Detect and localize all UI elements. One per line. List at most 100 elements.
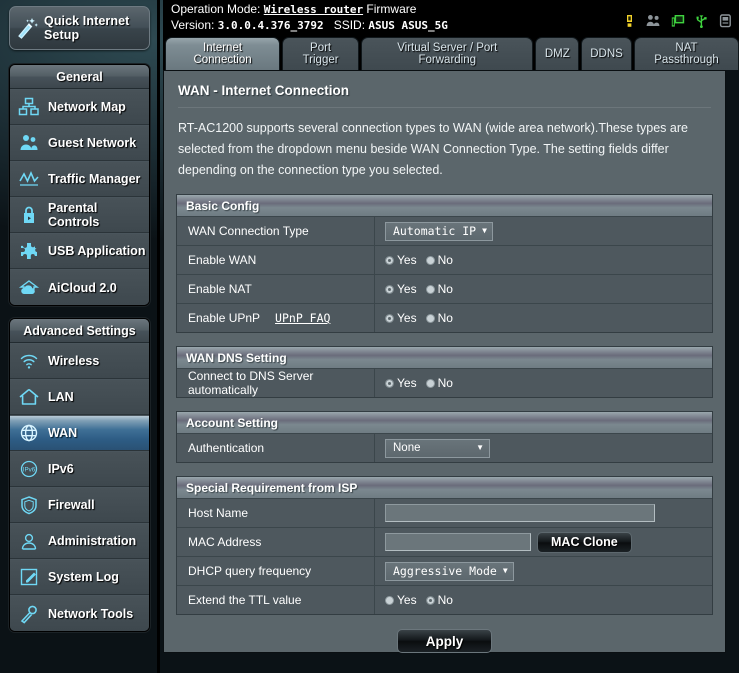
radio-dot-icon [385, 595, 394, 605]
sidebar-item-wan[interactable]: WAN [10, 415, 149, 451]
row-host-name: Host Name [177, 498, 712, 527]
sidebar-item-traffic-manager[interactable]: Traffic Manager [10, 161, 149, 197]
lan-home-icon [10, 386, 48, 408]
enable-nat-radio-yes[interactable]: Yes [385, 282, 417, 296]
extend-ttl-yes-label: Yes [397, 593, 417, 607]
ssid-value: ASUS ASUS_5G [368, 19, 448, 32]
tab-virtual-server-port-forwarding[interactable]: Virtual Server / Port Forwarding [361, 37, 534, 70]
sidebar-item-lan[interactable]: LAN [10, 379, 149, 415]
enable-upnp-no-label: No [437, 311, 453, 325]
apply-button-row: Apply [164, 629, 725, 663]
sidebar-item-wan-label: WAN [48, 426, 78, 440]
enable-upnp-radio-no[interactable]: No [425, 311, 453, 325]
section-account-setting: Account Setting Authentication None ▼ [176, 411, 713, 463]
section-special-requirement-title: Special Requirement from ISP [177, 477, 712, 498]
sidebar-item-network-tools-label: Network Tools [48, 606, 134, 621]
sidebar-item-network-tools[interactable]: Network Tools [10, 595, 149, 631]
sidebar-item-firewall-label: Firewall [48, 498, 95, 512]
operation-mode-link[interactable]: Wireless router [264, 3, 363, 16]
connect-dns-cell: Yes No [375, 369, 712, 397]
wan-connection-type-select[interactable]: Automatic IP ▼ [385, 221, 493, 241]
extend-ttl-radio-no[interactable]: No [425, 593, 453, 607]
apply-button[interactable]: Apply [396, 629, 493, 653]
enable-nat-radio-no[interactable]: No [425, 282, 453, 296]
sidebar-item-administration-label: Administration [48, 534, 137, 548]
row-enable-nat: Enable NAT Yes No [177, 274, 712, 303]
sidebar-group-general: General Network Map Guest Network Traffi… [9, 64, 150, 306]
chevron-down-icon: ▼ [482, 226, 487, 235]
radio-dot-icon [385, 378, 394, 388]
row-connect-dns-automatically: Connect to DNS Server automatically Yes … [177, 368, 712, 397]
radio-dot-icon [425, 255, 435, 265]
enable-wan-radio-no[interactable]: No [425, 253, 453, 267]
radio-dot-icon [385, 284, 394, 294]
firewall-shield-icon [10, 494, 48, 516]
sidebar-item-firewall[interactable]: Firewall [10, 487, 149, 523]
usb-icon[interactable] [694, 13, 709, 28]
row-enable-upnp: Enable UPnP UPnP FAQ Yes No [177, 303, 712, 332]
chevron-down-icon: ▼ [476, 443, 484, 452]
host-name-input[interactable] [385, 504, 655, 522]
alert-icon[interactable] [622, 13, 637, 28]
row-enable-wan: Enable WAN Yes No [177, 245, 712, 274]
status-header-line-1: Operation Mode: Wireless router Firmware [171, 2, 416, 16]
enable-upnp-radio-yes[interactable]: Yes [385, 311, 417, 325]
sidebar-item-aicloud[interactable]: AiCloud 2.0 [10, 269, 149, 305]
sidebar-item-system-log[interactable]: System Log [10, 559, 149, 595]
quick-internet-setup-button[interactable]: Quick Internet Setup [9, 6, 150, 50]
main-area: Operation Mode: Wireless router Firmware… [163, 0, 739, 673]
enable-wan-radio-group: Yes No [385, 253, 453, 267]
tab-internet-connection[interactable]: Internet Connection [165, 37, 281, 70]
tab-ddns[interactable]: DDNS [581, 37, 632, 70]
network-tools-wrench-icon [10, 603, 48, 625]
tab-port-trigger[interactable]: Port Trigger [282, 37, 360, 70]
enable-wan-no-label: No [437, 253, 453, 267]
administration-user-icon [10, 530, 48, 552]
connect-dns-yes-label: Yes [397, 376, 417, 390]
authentication-value: None [393, 442, 421, 454]
connect-dns-radio-no[interactable]: No [425, 376, 453, 390]
sidebar-item-ipv6-label: IPv6 [48, 462, 74, 476]
sidebar-item-wireless[interactable]: Wireless [10, 343, 149, 379]
sidebar-item-administration[interactable]: Administration [10, 523, 149, 559]
enable-upnp-label: Enable UPnP [188, 311, 261, 325]
section-wan-dns-title: WAN DNS Setting [177, 347, 712, 368]
upnp-faq-link[interactable]: UPnP FAQ [275, 311, 330, 325]
tab-dmz[interactable]: DMZ [535, 37, 580, 70]
connect-dns-no-label: No [437, 376, 453, 390]
sidebar-item-usb-application[interactable]: USB Application [10, 233, 149, 269]
dhcp-query-select[interactable]: Aggressive Mode ▼ [385, 561, 514, 581]
radio-dot-icon [425, 284, 435, 294]
enable-upnp-radio-group: Yes No [385, 311, 453, 325]
connect-dns-radio-yes[interactable]: Yes [385, 376, 417, 390]
mac-clone-button[interactable]: MAC Clone [537, 531, 632, 553]
magic-wand-icon [10, 16, 44, 40]
mac-address-input[interactable] [385, 533, 531, 551]
enable-nat-cell: Yes No [375, 275, 712, 303]
client-monitor-icon[interactable] [670, 13, 685, 28]
guest-network-people-icon [10, 132, 48, 154]
enable-wan-radio-yes[interactable]: Yes [385, 253, 417, 267]
enable-nat-no-label: No [437, 282, 453, 296]
sidebar-item-network-map[interactable]: Network Map [10, 89, 149, 125]
printer-icon[interactable] [718, 13, 733, 28]
extend-ttl-cell: Yes No [375, 586, 712, 614]
network-map-icon [10, 96, 48, 118]
sidebar-group-general-title: General [10, 65, 149, 89]
sidebar-item-network-map-label: Network Map [48, 100, 126, 114]
wan-connection-type-label: WAN Connection Type [177, 217, 375, 245]
sidebar: Quick Internet Setup General Network Map… [0, 0, 160, 673]
extend-ttl-radio-yes[interactable]: Yes [385, 593, 417, 607]
version-label: Version: [171, 18, 215, 32]
tab-nat-passthrough[interactable]: NAT Passthrough [633, 37, 739, 70]
enable-upnp-cell: Yes No [375, 304, 712, 332]
parental-controls-lock-icon [10, 204, 48, 226]
authentication-select[interactable]: None ▼ [385, 438, 490, 458]
sidebar-item-parental-controls[interactable]: Parental Controls [10, 197, 149, 233]
sidebar-item-system-log-label: System Log [48, 570, 119, 584]
connect-dns-radio-group: Yes No [385, 376, 453, 390]
guest-network-icon[interactable] [646, 13, 661, 28]
sidebar-item-guest-network[interactable]: Guest Network [10, 125, 149, 161]
traffic-manager-chart-icon [10, 168, 48, 190]
sidebar-item-ipv6[interactable]: IPv6 IPv6 [10, 451, 149, 487]
